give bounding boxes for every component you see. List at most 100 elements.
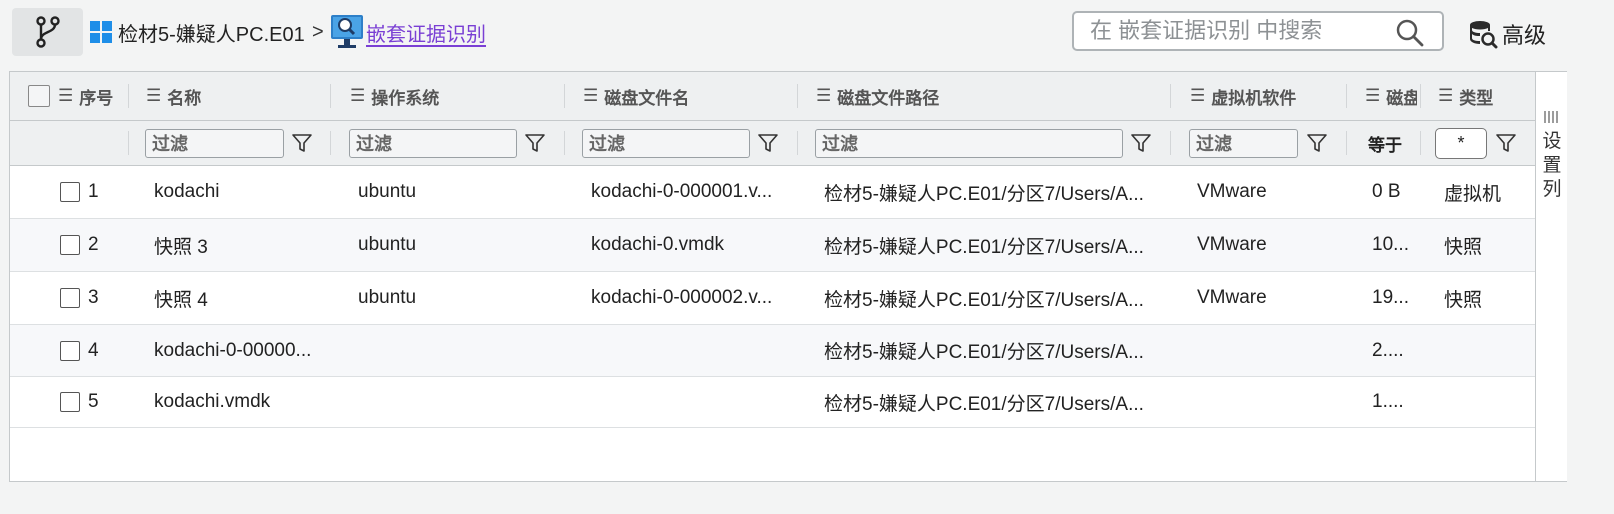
row-select-cell[interactable]: 5 — [60, 377, 99, 427]
filter-icon[interactable] — [524, 132, 546, 154]
column-divider[interactable] — [564, 84, 565, 108]
filter-icon[interactable] — [1495, 132, 1517, 154]
breadcrumb-root[interactable]: 检材5-嫌疑人PC.E01 — [90, 12, 305, 52]
row-index: 3 — [88, 287, 99, 308]
filter-vm-software[interactable]: 过滤 — [1189, 127, 1298, 159]
filter-icon[interactable] — [1130, 132, 1152, 154]
row-checkbox[interactable] — [60, 182, 80, 202]
column-header-vm-software[interactable]: ☰ 虚拟机软件 — [1190, 72, 1340, 120]
column-label: 虚拟机软件 — [1211, 88, 1297, 108]
column-menu-icon[interactable]: ☰ — [1365, 86, 1380, 106]
cell-disk-size: 19... — [1372, 287, 1409, 308]
row-select-cell[interactable]: 1 — [60, 166, 99, 218]
size-operator-label[interactable]: 等于 — [1368, 131, 1402, 156]
filter-input[interactable]: 过滤 — [582, 128, 750, 158]
row-checkbox[interactable] — [60, 392, 80, 412]
row-index: 2 — [88, 234, 99, 255]
column-divider — [1346, 131, 1347, 155]
column-header-index[interactable]: ☰ 序号 — [58, 72, 128, 120]
cell-vm-software: VMware — [1197, 181, 1267, 202]
column-divider[interactable] — [1346, 84, 1347, 108]
filter-input[interactable]: 过滤 — [349, 128, 517, 158]
cell-type: 快照 — [1444, 236, 1483, 258]
table-row[interactable]: 5 kodachi.vmdk 检材5-嫌疑人PC.E01/分区7/Users/A… — [10, 377, 1535, 428]
column-divider[interactable] — [330, 84, 331, 108]
table-row[interactable]: 4 kodachi-0-00000... 检材5-嫌疑人PC.E01/分区7/U… — [10, 325, 1535, 377]
column-divider[interactable] — [797, 84, 798, 108]
table-row[interactable]: 2 快照 3 ubuntu kodachi-0.vmdk 检材5-嫌疑人PC.E… — [10, 219, 1535, 272]
cell-disk-size: 1.... — [1372, 391, 1404, 412]
row-select-cell[interactable]: 2 — [60, 219, 99, 271]
column-divider[interactable] — [128, 84, 129, 108]
column-menu-icon[interactable]: ☰ — [146, 86, 161, 106]
select-all-cell[interactable] — [28, 72, 50, 120]
search-input[interactable] — [1088, 17, 1392, 45]
advanced-search-button[interactable]: 高级 — [1468, 14, 1546, 54]
filter-disk-file[interactable]: 过滤 — [582, 127, 750, 159]
column-header-disk-path[interactable]: ☰ 磁盘文件路径 — [816, 72, 1146, 120]
row-select-cell[interactable]: 4 — [60, 325, 99, 376]
evidence-table: ☰ 序号 ☰ 名称 ☰ 操作系统 ☰ 磁盘文件名 ☰ 磁盘文件路径 ☰ 虚拟机软… — [9, 71, 1567, 482]
breadcrumb-current-label[interactable]: 嵌套证据识别 — [366, 18, 486, 47]
cell-os — [358, 325, 558, 376]
advanced-label: 高级 — [1502, 23, 1547, 48]
filter-icon[interactable] — [1306, 132, 1328, 154]
column-menu-icon[interactable]: ☰ — [350, 86, 365, 106]
column-menu-icon[interactable]: ☰ — [1190, 86, 1205, 106]
type-filter-select[interactable]: * — [1435, 127, 1487, 159]
cell-vm-software — [1197, 325, 1337, 376]
column-header-name[interactable]: ☰ 名称 — [146, 72, 326, 120]
column-menu-icon[interactable]: ☰ — [1438, 86, 1453, 106]
column-label: 磁盘文件名 — [604, 88, 690, 108]
column-header-os[interactable]: ☰ 操作系统 — [350, 72, 550, 120]
filter-icon[interactable] — [757, 132, 779, 154]
breadcrumb-current[interactable]: 嵌套证据识别 — [330, 12, 486, 52]
cell-disk-file — [591, 377, 791, 427]
cell-type — [1444, 377, 1532, 427]
table-row[interactable]: 1 kodachi ubuntu kodachi-0-000001.v... 检… — [10, 166, 1535, 219]
cell-disk-size: 2.... — [1372, 339, 1404, 361]
row-index: 5 — [88, 391, 99, 412]
breadcrumb-root-label: 检材5-嫌疑人PC.E01 — [118, 23, 305, 46]
filter-input[interactable]: 过滤 — [145, 128, 284, 158]
cell-disk-file — [591, 325, 791, 376]
cell-disk-path: 检材5-嫌疑人PC.E01/分区7/Users/A... — [824, 236, 1144, 258]
column-label: 磁盘文件路径 — [837, 88, 940, 108]
column-divider[interactable] — [1420, 84, 1421, 108]
branch-button[interactable] — [12, 8, 83, 56]
windows-icon — [90, 21, 112, 43]
filter-name[interactable]: 过滤 — [145, 127, 284, 159]
column-settings-panel[interactable]: 设置列 — [1535, 72, 1567, 481]
table-row[interactable]: 3 快照 4 ubuntu kodachi-0-000002.v... 检材5-… — [10, 272, 1535, 325]
cell-disk-path: 检材5-嫌疑人PC.E01/分区7/Users/A... — [824, 183, 1144, 205]
filter-size-operator[interactable]: 等于 — [1368, 127, 1402, 159]
select-all-checkbox[interactable] — [28, 85, 50, 107]
evidence-scan-icon — [331, 15, 363, 48]
filter-input[interactable]: 过滤 — [815, 128, 1123, 158]
column-menu-icon[interactable]: ☰ — [58, 86, 73, 106]
filter-icon[interactable] — [291, 132, 313, 154]
column-divider — [797, 131, 798, 155]
search-box[interactable] — [1072, 11, 1444, 51]
column-menu-icon[interactable]: ☰ — [816, 86, 831, 106]
filter-os[interactable]: 过滤 — [349, 127, 517, 159]
column-header-disk-size[interactable]: ☰ 磁盘 — [1365, 72, 1417, 120]
row-select-cell[interactable]: 3 — [60, 272, 99, 324]
column-header-disk-file[interactable]: ☰ 磁盘文件名 — [583, 72, 783, 120]
column-settings-label[interactable]: 设置列 — [1542, 130, 1562, 202]
filter-type[interactable]: * — [1435, 127, 1487, 159]
column-divider[interactable] — [1170, 84, 1171, 108]
row-checkbox[interactable] — [60, 235, 80, 255]
search-icon[interactable] — [1396, 19, 1424, 47]
row-checkbox[interactable] — [60, 288, 80, 308]
filter-disk-path[interactable]: 过滤 — [815, 127, 1123, 159]
column-menu-icon[interactable]: ☰ — [583, 86, 598, 106]
row-checkbox[interactable] — [60, 340, 80, 361]
breadcrumb-separator: > — [312, 20, 324, 43]
cell-disk-size: 0 B — [1372, 181, 1401, 202]
filter-input[interactable]: 过滤 — [1189, 128, 1298, 158]
cell-disk-file: kodachi-0.vmdk — [591, 234, 725, 255]
cell-disk-file: kodachi-0-000001.v... — [591, 181, 773, 202]
cell-disk-path: 检材5-嫌疑人PC.E01/分区7/Users/A... — [824, 342, 1144, 363]
column-header-type[interactable]: ☰ 类型 — [1438, 72, 1533, 120]
